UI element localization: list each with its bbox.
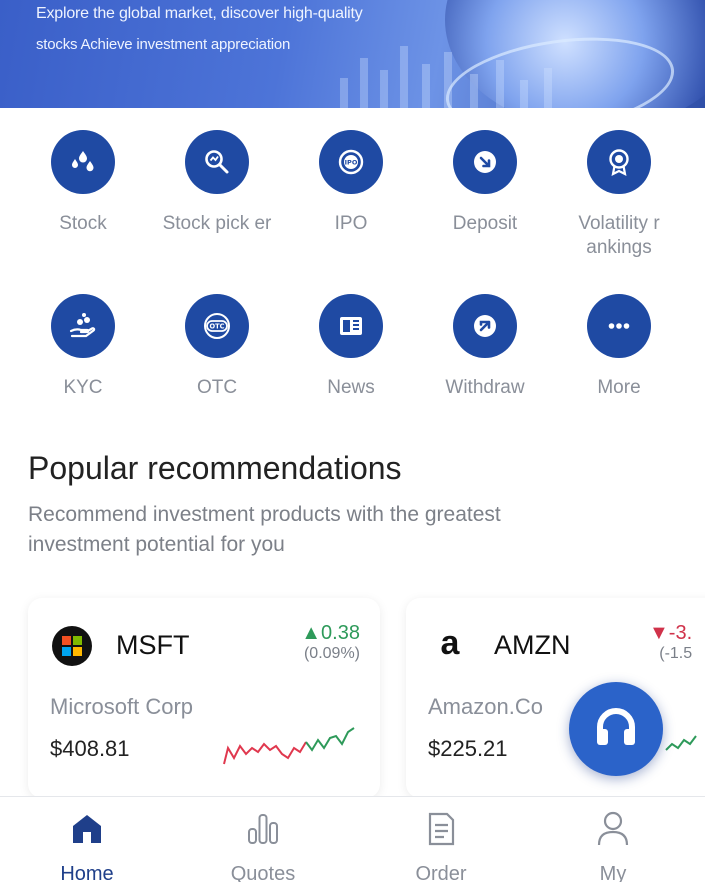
customer-support-button[interactable] — [569, 682, 663, 776]
feature-otc[interactable]: OTC OTC — [152, 294, 282, 400]
banner-text-line2: stocks Achieve investment appreciation — [36, 36, 291, 53]
feature-label: Deposit — [452, 213, 518, 234]
section-subtitle: Recommend investment products with the g… — [28, 503, 501, 556]
feature-label: KYC — [63, 377, 103, 398]
feature-label: Volatility r ankings — [578, 213, 660, 258]
bar-chart-icon — [248, 814, 278, 844]
feature-label: Stock — [59, 213, 107, 234]
feature-label: News — [327, 377, 375, 398]
feature-label: OTC — [196, 377, 238, 398]
stock-card-amzn[interactable]: a AMZN ▼-3. (-1.5 Amazon.Co $225.21 — [406, 598, 705, 798]
more-dots-icon — [608, 323, 630, 329]
city-bars-graphic — [330, 38, 590, 108]
nav-quotes[interactable]: Quotes — [198, 809, 328, 882]
order-document-icon — [428, 812, 455, 846]
feature-label: More — [597, 377, 641, 398]
sparkline-icon — [223, 727, 355, 765]
otc-icon: OTC — [204, 313, 230, 339]
nav-order[interactable]: Order — [376, 809, 506, 882]
stock-ticker: AMZN — [494, 630, 571, 660]
stock-change: ▲0.38 (0.09%) — [301, 622, 360, 663]
stock-change: ▼-3. (-1.5 — [649, 622, 692, 663]
kyc-hand-icon — [69, 313, 96, 338]
section-title: Popular recommendations — [28, 450, 402, 486]
stock-change-pct: (0.09%) — [303, 645, 360, 662]
feature-deposit[interactable]: Deposit — [420, 130, 550, 236]
feature-ipo[interactable]: IPO IPO — [286, 130, 416, 236]
nav-home[interactable]: Home — [22, 809, 152, 882]
feature-kyc[interactable]: KYC — [18, 294, 148, 400]
feature-more[interactable]: More — [554, 294, 684, 400]
stock-price: $408.81 — [50, 736, 130, 761]
stock-change-abs: ▼-3. — [649, 622, 693, 644]
home-icon — [73, 815, 101, 843]
amazon-logo-icon: a — [430, 626, 470, 666]
banner-text-line1: Explore the global market, discover high… — [36, 5, 363, 22]
medal-icon — [609, 149, 629, 176]
svg-text:IPO: IPO — [345, 159, 358, 167]
feature-label: Withdraw — [445, 377, 525, 398]
deposit-icon — [474, 151, 496, 173]
nav-label: Quotes — [230, 863, 296, 882]
company-name: Amazon.Co — [428, 694, 543, 719]
feature-stock[interactable]: Stock — [18, 130, 148, 236]
stock-change-abs: ▲0.38 — [301, 622, 360, 644]
headset-icon — [597, 708, 635, 745]
stock-change-pct: (-1.5 — [659, 645, 693, 662]
nav-label: Order — [415, 863, 467, 882]
nav-label: Home — [60, 863, 114, 882]
feature-stock-picker[interactable]: Stock pick er — [152, 130, 282, 236]
stock-ticker: MSFT — [116, 630, 190, 660]
stock-card-msft[interactable]: MSFT ▲0.38 (0.09%) Microsoft Corp $408.8… — [28, 598, 380, 798]
svg-text:OTC: OTC — [210, 323, 225, 331]
withdraw-icon — [474, 315, 496, 337]
feature-row-2: KYC OTC OTC News Withdraw More — [0, 294, 705, 444]
feature-news[interactable]: News — [286, 294, 416, 400]
sparkline-icon — [665, 735, 697, 751]
stock-picker-icon — [205, 150, 229, 174]
microsoft-logo-icon — [52, 626, 92, 666]
feature-withdraw[interactable]: Withdraw — [420, 294, 550, 400]
nav-my[interactable]: My — [548, 809, 678, 882]
feature-row-1: Stock Stock pick er IPO IPO Deposit Vola… — [0, 130, 705, 280]
person-icon — [597, 811, 629, 846]
bottom-nav: Home Quotes Order My — [0, 796, 705, 882]
hero-banner[interactable]: Explore the global market, discover high… — [0, 0, 705, 108]
news-icon — [340, 317, 362, 335]
stock-price: $225.21 — [428, 736, 508, 761]
ipo-icon: IPO — [338, 149, 364, 175]
feature-volatility-rankings[interactable]: Volatility r ankings — [554, 130, 684, 260]
nav-label: My — [599, 863, 627, 882]
feature-label: IPO — [334, 213, 368, 234]
stock-drops-icon — [72, 151, 94, 172]
company-name: Microsoft Corp — [50, 694, 194, 719]
feature-label: Stock pick er — [162, 213, 272, 234]
